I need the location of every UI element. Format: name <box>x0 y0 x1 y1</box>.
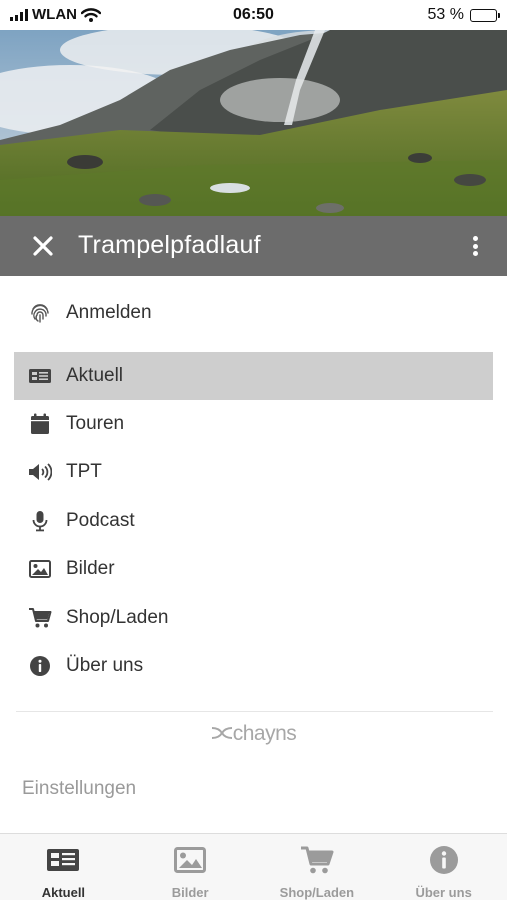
menu-item-aktuell[interactable]: Aktuell <box>14 352 493 400</box>
info-icon <box>14 655 66 677</box>
tab-shop[interactable]: Shop/Laden <box>254 834 381 900</box>
newspaper-icon <box>46 844 80 876</box>
login-label: Anmelden <box>66 302 152 323</box>
status-bar: WLAN 06:50 53 % <box>0 0 507 30</box>
more-options-button[interactable] <box>465 234 485 258</box>
app-header: Trampelpfadlauf <box>0 216 507 276</box>
tab-bilder[interactable]: Bilder <box>127 834 254 900</box>
brand-name: chayns <box>232 722 297 745</box>
header-image <box>0 30 507 216</box>
menu-item-touren[interactable]: Touren <box>14 400 493 448</box>
tab-ueber-uns[interactable]: Über uns <box>380 834 507 900</box>
cart-icon <box>14 607 66 629</box>
menu-divider <box>16 711 493 712</box>
image-icon <box>174 844 207 876</box>
bottom-tab-bar: Aktuell Bilder Shop/Laden Über uns <box>0 833 507 900</box>
tab-aktuell[interactable]: Aktuell <box>0 834 127 900</box>
menu-item-label: Bilder <box>66 558 115 579</box>
tab-label: Über uns <box>415 885 472 900</box>
speaker-icon <box>14 462 66 482</box>
menu-item-label: Aktuell <box>66 365 124 386</box>
menu-item-label: Shop/Laden <box>66 607 169 628</box>
tab-label: Aktuell <box>41 885 86 900</box>
calendar-icon <box>14 413 66 435</box>
page-title: Trampelpfadlauf <box>78 231 261 259</box>
battery-icon <box>470 8 500 22</box>
battery-percent: 53 % <box>427 6 464 23</box>
chayns-logo-mark <box>211 727 232 739</box>
menu-item-podcast[interactable]: Podcast <box>14 497 493 545</box>
menu-item-ueber-uns[interactable]: Über uns <box>14 642 493 690</box>
cart-icon <box>300 844 334 876</box>
menu-item-tpt[interactable]: TPT <box>14 448 493 496</box>
status-bar-right: 53 % <box>427 6 500 24</box>
image-icon <box>14 560 66 578</box>
info-icon <box>429 844 459 876</box>
settings-link[interactable]: Einstellungen <box>22 778 136 800</box>
close-icon <box>33 236 53 256</box>
close-menu-button[interactable] <box>28 231 58 261</box>
tab-label: Bilder <box>171 885 209 900</box>
menu-item-bilder[interactable]: Bilder <box>14 545 493 593</box>
chayns-logo: chayns <box>0 722 507 746</box>
newspaper-icon <box>14 367 66 385</box>
menu-item-label: Podcast <box>66 510 135 531</box>
menu-item-label: TPT <box>66 461 102 482</box>
fingerprint-icon <box>14 302 66 324</box>
microphone-icon <box>14 510 66 532</box>
menu-item-label: Über uns <box>66 655 144 676</box>
menu-item-label: Touren <box>66 413 125 434</box>
tab-label: Shop/Laden <box>279 885 355 900</box>
menu-item-shop[interactable]: Shop/Laden <box>14 594 493 642</box>
login-item[interactable]: Anmelden <box>14 289 493 337</box>
